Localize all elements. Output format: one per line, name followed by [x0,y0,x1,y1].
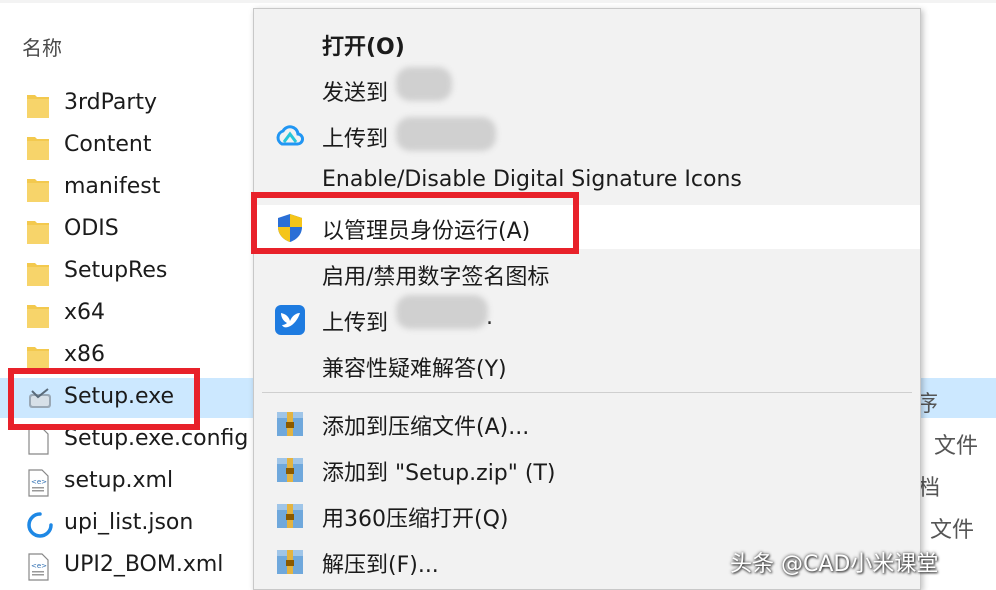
file-name: SetupRes [64,258,168,283]
menu-item[interactable]: 用360压缩打开(Q) [254,493,920,537]
menu-item-label: 发送到 [322,81,389,106]
menu-separator [262,392,912,393]
file-type-fragment: 档 [918,476,941,501]
menu-item-label: 打开(O) [322,35,405,60]
winrar-archive-icon [274,546,306,578]
file-name: x86 [64,342,106,367]
config-file-icon [26,427,50,455]
redacted-area [396,117,496,151]
menu-item-label: Enable/Disable Digital Signature Icons [322,167,742,192]
file-name: manifest [64,174,161,199]
folder-icon [26,259,50,287]
xml-file-icon: <e> [26,553,50,581]
menu-item-label: 解压到(F)... [322,553,439,578]
menu-item[interactable]: 添加到 "Setup.zip" (T) [254,447,920,491]
file-type-fragment: 文件 [930,518,975,543]
menu-item-label: 上传到 [322,127,389,152]
menu-item-label: 添加到 "Setup.zip" (T) [322,461,556,486]
json-file-icon [26,511,53,539]
menu-item[interactable]: 打开(O) [254,21,920,65]
svg-text:<e>: <e> [31,478,47,486]
folder-icon [26,133,50,161]
folder-icon [26,343,50,371]
folder-icon [26,217,50,245]
file-name: setup.xml [64,468,174,493]
column-header-name[interactable]: 名称 [22,32,62,61]
file-name: upi_list.json [64,510,194,535]
file-name: Content [64,132,152,157]
menu-item-label: 启用/禁用数字签名图标 [322,265,550,290]
highlight-box-setup-exe [8,368,200,430]
context-menu: 打开(O) 发送到上传到 Enable/Disable Digital Signat… [253,8,921,590]
redacted-area [396,295,488,329]
menu-item[interactable]: 添加到压缩文件(A)... [254,401,920,445]
watermark: 头条 @CAD小米课堂 [730,552,939,577]
bird-upload-icon [274,304,306,336]
folder-icon [26,301,50,329]
menu-item-label: 上传到 [322,311,389,336]
cloud-upload-icon [274,120,306,152]
menu-item[interactable]: 启用/禁用数字签名图标 [254,251,920,295]
winrar-archive-icon [274,454,306,486]
winrar-archive-icon [274,500,306,532]
folder-icon [26,175,50,203]
winrar-archive-icon [274,408,306,440]
menu-item[interactable]: 兼容性疑难解答(Y) [254,343,920,387]
file-name: x64 [64,300,106,325]
menu-item[interactable]: 上传到 [254,113,920,157]
menu-item[interactable]: 上传到. [254,297,920,341]
file-type-fragment: 文件 [934,434,979,459]
menu-item-label: 添加到压缩文件(A)... [322,415,530,440]
folder-icon [26,91,50,119]
redacted-area [396,67,452,101]
svg-text:<e>: <e> [31,562,47,570]
file-name: 3rdParty [64,90,158,115]
menu-item-label: 兼容性疑难解答(Y) [322,357,507,382]
file-name: ODIS [64,216,119,241]
menu-item-label: 用360压缩打开(Q) [322,507,509,532]
file-name: UPI2_BOM.xml [64,552,224,577]
menu-item[interactable]: 发送到 [254,67,920,111]
highlight-box-run-as-admin [251,192,579,254]
xml-file-icon: <e> [26,469,50,497]
